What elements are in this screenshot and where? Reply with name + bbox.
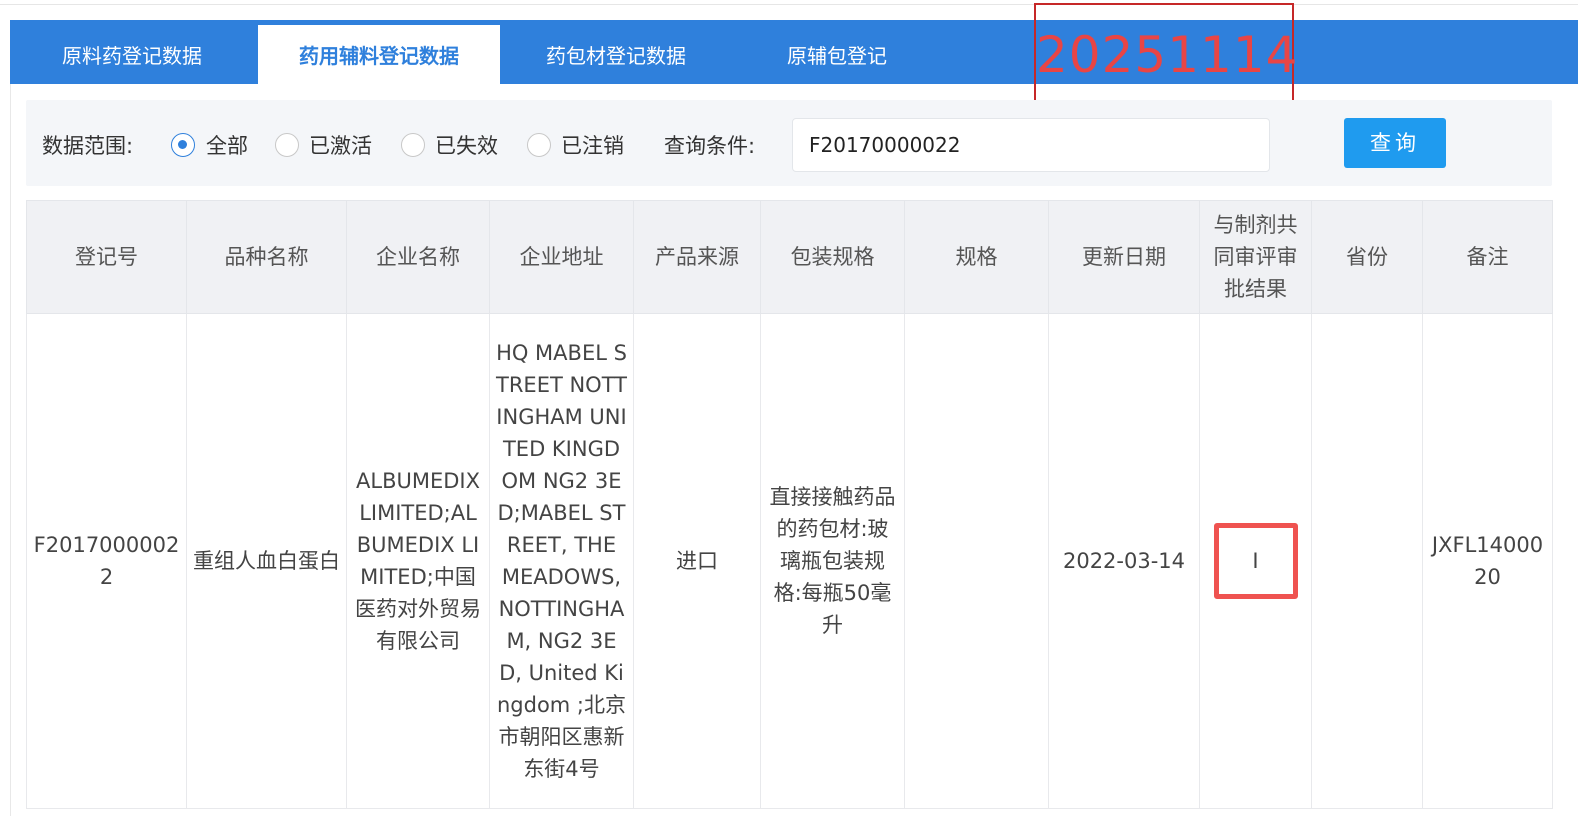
tab-bar: 原料药登记数据 药用辅料登记数据 药包材登记数据 原辅包登记 [10, 20, 1578, 84]
cell-spec [904, 313, 1049, 809]
radio-expired[interactable] [401, 133, 425, 157]
cell-source: 进口 [633, 313, 761, 809]
radio-all[interactable] [171, 133, 195, 157]
cell-packaging: 直接接触药品的药包材:玻璃瓶包装规格:每瓶50毫升 [760, 313, 905, 809]
cell-remark: JXFL1400020 [1422, 313, 1553, 809]
date-stamp-annotation: 20251114 [1034, 3, 1298, 103]
results-table: 登记号 品种名称 企业名称 企业地址 产品来源 包装规格 规格 更新日期 与制剂… [26, 200, 1553, 809]
cell-product-name: 重组人血白蛋白 [186, 313, 347, 809]
header-product-name: 品种名称 [186, 200, 347, 314]
header-spec: 规格 [904, 200, 1049, 314]
cell-address: HQ MABEL STREET NOTTINGHAM UNITED KINGDO… [489, 313, 634, 809]
header-source: 产品来源 [633, 200, 761, 314]
header-reg-no: 登记号 [26, 200, 187, 314]
header-province: 省份 [1311, 200, 1423, 314]
query-button[interactable]: 查询 [1344, 118, 1446, 168]
left-divider [10, 84, 11, 816]
radio-activated[interactable] [275, 133, 299, 157]
cell-province [1311, 313, 1423, 809]
cell-company: ALBUMEDIX LIMITED;ALBUMEDIX LIMITED;中国医药… [346, 313, 490, 809]
filter-bar: 数据范围: 全部 已激活 已失效 已注销 查询条件: 查询 [26, 100, 1552, 186]
tab-excipient-registration[interactable]: 药用辅料登记数据 [258, 25, 500, 84]
cell-update-date: 2022-03-14 [1048, 313, 1200, 809]
tab-api-registration[interactable]: 原料药登记数据 [10, 20, 254, 84]
radio-all-label[interactable]: 全部 [206, 100, 248, 186]
top-border [0, 0, 1578, 5]
query-label: 查询条件: [664, 134, 756, 158]
query-input[interactable] [792, 118, 1270, 172]
tab-packaging-registration[interactable]: 药包材登记数据 [500, 20, 732, 84]
header-company: 企业名称 [346, 200, 490, 314]
cell-reg-no: F20170000022 [26, 313, 187, 809]
table-header-row: 登记号 品种名称 企业名称 企业地址 产品来源 包装规格 规格 更新日期 与制剂… [26, 200, 1553, 314]
header-update-date: 更新日期 [1048, 200, 1200, 314]
radio-expired-label[interactable]: 已失效 [435, 100, 498, 186]
header-packaging: 包装规格 [760, 200, 905, 314]
review-result-highlight: I [1213, 523, 1298, 599]
radio-cancelled[interactable] [527, 133, 551, 157]
radio-cancelled-label[interactable]: 已注销 [561, 100, 624, 186]
tab-combined-registration[interactable]: 原辅包登记 [732, 20, 942, 84]
header-review-result: 与制剂共同审评审批结果 [1199, 200, 1312, 314]
radio-activated-label[interactable]: 已激活 [309, 100, 372, 186]
cell-review-result: I [1199, 313, 1312, 809]
header-address: 企业地址 [489, 200, 634, 314]
results-table-container: 登记号 品种名称 企业名称 企业地址 产品来源 包装规格 规格 更新日期 与制剂… [26, 200, 1553, 816]
scope-label: 数据范围: [42, 134, 134, 158]
table-row[interactable]: F20170000022 重组人血白蛋白 ALBUMEDIX LIMITED;A… [26, 313, 1553, 809]
header-remark: 备注 [1422, 200, 1553, 314]
